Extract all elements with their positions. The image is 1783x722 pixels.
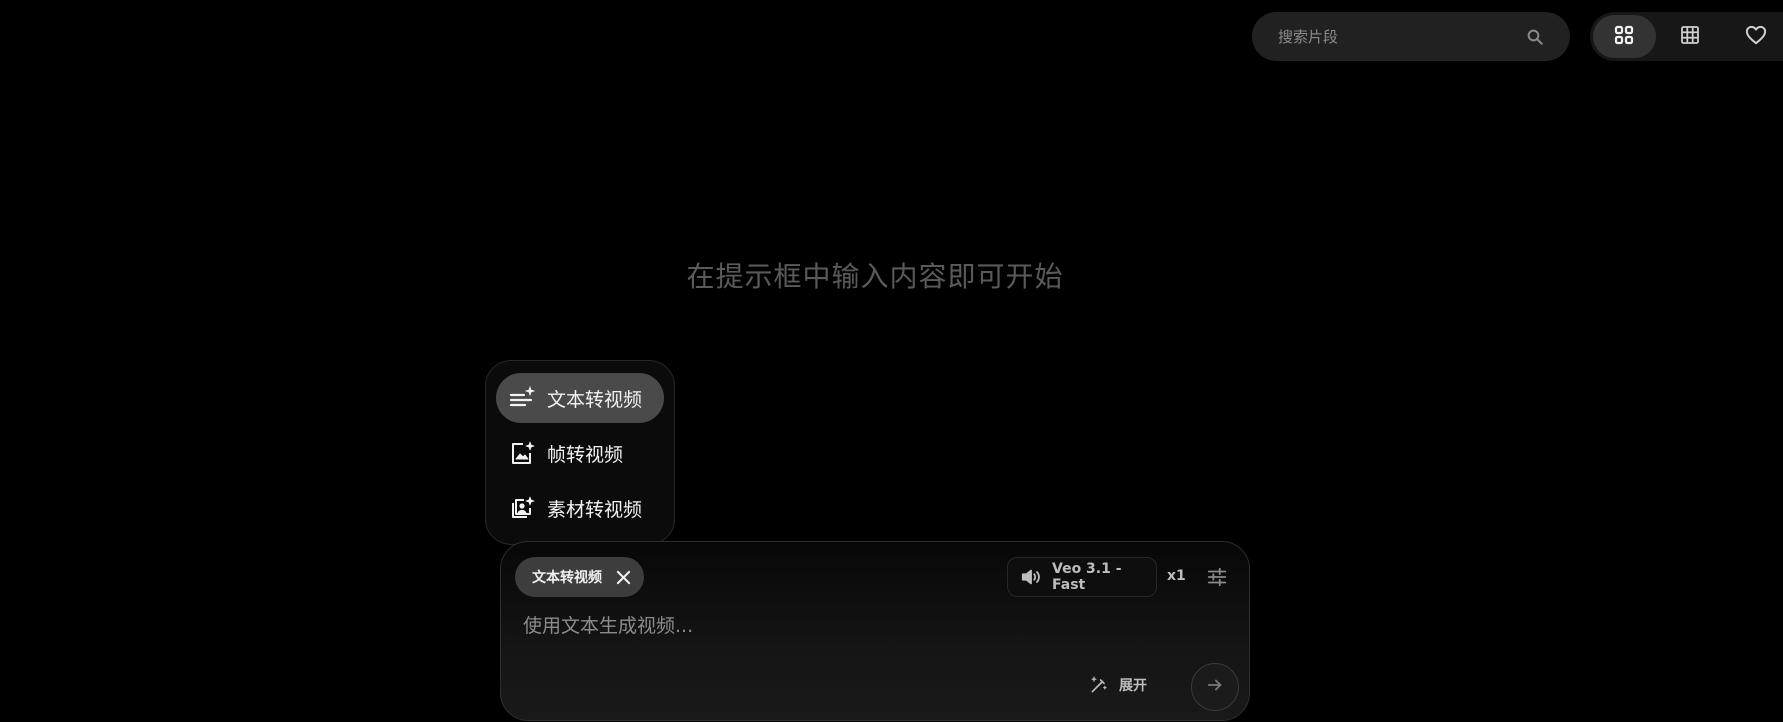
mode-chip-label: 文本转视频 — [532, 570, 602, 586]
empty-state-hint: 在提示框中输入内容即可开始 — [686, 260, 1064, 293]
heart-icon — [1745, 25, 1767, 49]
grid-3x3-icon — [1680, 25, 1700, 49]
close-icon[interactable] — [616, 569, 632, 585]
sliders-icon[interactable] — [1206, 565, 1230, 589]
app-root: 在提示框中输入内容即可开始 文本转视频 帧转视频 — [0, 0, 1783, 722]
mode-item-assets-to-video[interactable]: 素材转视频 — [496, 483, 664, 533]
speaker-icon — [1020, 567, 1042, 587]
grid-2x2-icon — [1614, 25, 1634, 49]
grid-large-view-button[interactable] — [1593, 15, 1656, 58]
view-toggle — [1590, 12, 1783, 61]
text-sparkle-icon — [508, 384, 536, 412]
output-count-button[interactable]: x1 — [1167, 568, 1186, 584]
prompt-input[interactable] — [521, 610, 1125, 642]
mode-item-label: 帧转视频 — [547, 443, 624, 466]
expand-label: 展开 — [1119, 678, 1147, 694]
image-sparkle-icon — [508, 439, 536, 467]
arrow-right-icon — [1206, 676, 1224, 698]
mode-item-text-to-video[interactable]: 文本转视频 — [496, 373, 664, 423]
model-label: Veo 3.1 - Fast — [1052, 561, 1122, 593]
mode-item-frames-to-video[interactable]: 帧转视频 — [496, 428, 664, 478]
assets-sparkle-icon — [508, 494, 536, 522]
mode-item-label: 素材转视频 — [547, 498, 643, 521]
selected-mode-chip[interactable]: 文本转视频 — [515, 557, 644, 597]
model-selector-button[interactable]: Veo 3.1 - Fast — [1007, 557, 1157, 597]
send-button[interactable] — [1191, 663, 1239, 711]
magic-wand-icon — [1089, 674, 1111, 696]
search-input[interactable] — [1276, 26, 1500, 47]
prompt-box: 文本转视频 Veo 3.1 - Fast x1 使用文本生成视频... 展开 — [500, 541, 1250, 721]
search-bar[interactable] — [1252, 12, 1570, 61]
expand-button[interactable]: 展开 — [1089, 672, 1147, 698]
mode-item-label: 文本转视频 — [547, 388, 643, 411]
favorites-view-button[interactable] — [1724, 15, 1783, 58]
mode-menu: 文本转视频 帧转视频 素材转视频 — [485, 360, 675, 545]
search-icon[interactable] — [1526, 27, 1546, 47]
grid-small-view-button[interactable] — [1659, 15, 1722, 58]
